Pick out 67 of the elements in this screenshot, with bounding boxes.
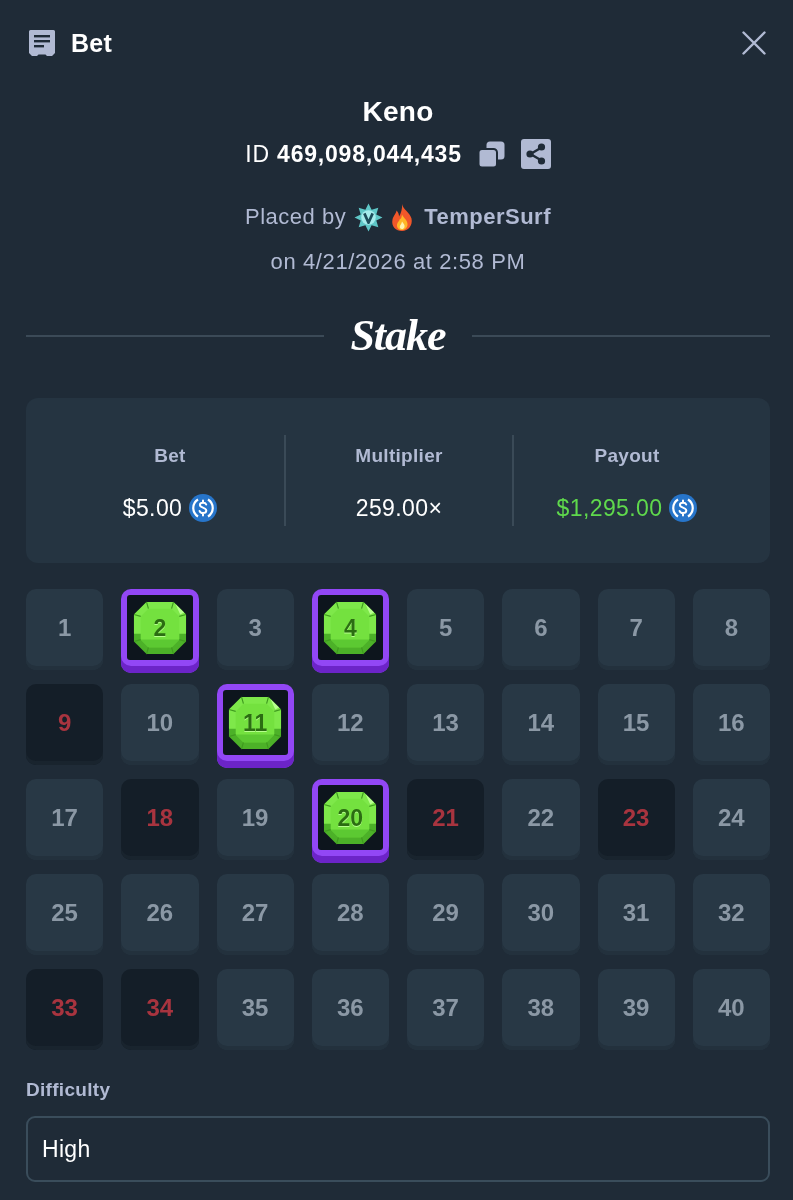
- tile-number: 24: [718, 803, 745, 832]
- tile-number: 16: [718, 708, 745, 737]
- gem-icon: [323, 790, 378, 845]
- tile-number: 8: [724, 613, 739, 642]
- game-title: Keno: [362, 96, 434, 128]
- gem-icon: [228, 695, 283, 750]
- stat-label: Bet: [154, 445, 186, 467]
- stat-value: $1,295.00: [556, 494, 663, 522]
- gem-icon: [323, 600, 378, 655]
- receipt-icon: [28, 29, 56, 57]
- tile-number: 28: [337, 898, 364, 927]
- tile-number: 9: [57, 708, 72, 737]
- placed-by-label: Placed by: [245, 204, 347, 230]
- tile-number: 5: [438, 613, 453, 642]
- tile-number: 1: [57, 613, 72, 642]
- tile-number: 6: [534, 613, 548, 642]
- tile-number: 14: [527, 708, 555, 737]
- tile-number: 30: [527, 898, 555, 927]
- tile-number: 38: [527, 993, 555, 1022]
- close-button[interactable]: [742, 31, 766, 55]
- tile-number: 17: [51, 803, 78, 832]
- stake-logo: Stake: [350, 311, 446, 361]
- tile-number: 32: [718, 898, 745, 927]
- bet-id: ID 469,098,044,435: [245, 140, 462, 168]
- tile-number: 34: [146, 993, 174, 1022]
- tile-number: 18: [146, 803, 174, 832]
- tile-number: 31: [622, 898, 650, 927]
- tile-number: 40: [718, 993, 745, 1022]
- tile-number: 12: [337, 708, 364, 737]
- tile-number: 25: [51, 898, 78, 927]
- stat-value: 259.00×: [355, 494, 443, 522]
- tile-number: 21: [432, 803, 459, 832]
- bet-date: on 4/21/2026 at 2:58 PM: [270, 248, 526, 276]
- copy-icon: [477, 140, 505, 168]
- dialog-title: Bet: [71, 28, 113, 58]
- tile-number: 23: [622, 803, 650, 832]
- tile-number: 19: [241, 803, 269, 832]
- stat-value: $5.00: [122, 494, 183, 522]
- tile-number: 33: [51, 993, 78, 1022]
- field-label: Difficulty: [26, 1078, 112, 1102]
- tile-number: 35: [241, 993, 269, 1022]
- tile-number: 2: [153, 613, 167, 642]
- tile-number: 7: [629, 613, 643, 642]
- gem-icon: [132, 600, 187, 655]
- stat-label: Payout: [594, 445, 660, 467]
- tile-number: 10: [146, 708, 174, 737]
- tile-number: 22: [527, 803, 555, 832]
- star-badge-icon: [354, 202, 384, 232]
- tile-number: 39: [622, 993, 650, 1022]
- tile-number: 26: [146, 898, 174, 927]
- tile-number: 37: [432, 993, 459, 1022]
- tile-number: 4: [343, 613, 357, 642]
- tile-number: 15: [622, 708, 650, 737]
- share-button[interactable]: [520, 139, 551, 169]
- tile-number: 13: [432, 708, 459, 737]
- tile-number: 29: [432, 898, 459, 927]
- close-icon: [742, 31, 766, 55]
- tile-number: 20: [337, 803, 364, 832]
- copy-button[interactable]: [477, 140, 505, 168]
- tile-number: 27: [241, 898, 269, 927]
- tile-number: 11: [242, 708, 268, 737]
- tile-number: 36: [337, 993, 364, 1022]
- share-icon: [520, 139, 551, 169]
- tile-number: 3: [248, 613, 262, 642]
- difficulty-field[interactable]: High: [26, 1116, 770, 1182]
- stat-label: Multiplier: [355, 445, 443, 467]
- username-link[interactable]: TemperSurf: [424, 204, 551, 230]
